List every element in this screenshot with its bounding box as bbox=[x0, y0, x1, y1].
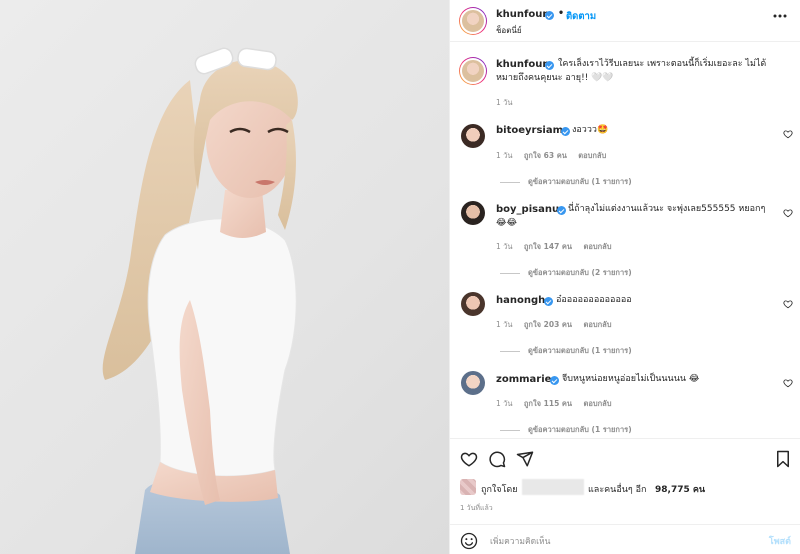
smiley-icon[interactable] bbox=[460, 532, 478, 550]
verified-badge-icon bbox=[561, 127, 570, 136]
comment-meta: 1 วัน ถูกใจ 115 คน ตอบกลับ bbox=[496, 398, 621, 410]
comment-like-icon[interactable] bbox=[783, 378, 793, 388]
comment-like-icon[interactable] bbox=[783, 208, 793, 218]
comment-like-icon[interactable] bbox=[783, 129, 793, 139]
commenter-avatar[interactable] bbox=[461, 124, 485, 148]
comment-meta: 1 วัน ถูกใจ 203 คน ตอบกลับ bbox=[496, 319, 621, 331]
comment-icon[interactable] bbox=[488, 450, 506, 468]
view-replies-button[interactable]: ดูข้อความตอบกลับ (1 รายการ) bbox=[500, 345, 632, 357]
liked-by-prefix: ถูกใจโดย bbox=[481, 485, 518, 495]
comment-like-icon[interactable] bbox=[783, 299, 793, 309]
comment-username[interactable]: bitoeyrsiam bbox=[496, 125, 563, 136]
post-actions: ถูกใจโดย และคนอื่นๆ อีก 98,775 คน 1 วันท… bbox=[450, 438, 800, 554]
comment-text: นี่ถ้าลุงไม่แต่งงานแล้วนะ จะพุ่งเลย55555… bbox=[496, 204, 766, 228]
comment-time: 1 วัน bbox=[496, 320, 513, 329]
post-photo[interactable] bbox=[0, 0, 449, 554]
view-replies-button[interactable]: ดูข้อความตอบกลับ (1 รายการ) bbox=[500, 176, 632, 188]
comment-likes[interactable]: ถูกใจ 147 คน bbox=[524, 242, 572, 251]
commenter-avatar[interactable] bbox=[461, 371, 485, 395]
commenter-avatar[interactable] bbox=[461, 292, 485, 316]
comment-text: จีบหนูหน่อยหนูอ่อยไม่เป็นนนนน 😂 bbox=[562, 374, 700, 384]
like-count[interactable]: 98,775 คน bbox=[655, 482, 705, 496]
comment-likes[interactable]: ถูกใจ 63 คน bbox=[524, 151, 567, 160]
post-image bbox=[102, 47, 298, 554]
post-detail-panel: khunfour • ติดตาม ช็อตนี่ย์ khunfour ใคร… bbox=[449, 0, 800, 554]
bookmark-icon[interactable] bbox=[775, 450, 791, 468]
reply-button[interactable]: ตอบกลับ bbox=[583, 320, 611, 329]
comment-time: 1 วัน bbox=[496, 151, 513, 160]
liker-avatar[interactable] bbox=[460, 479, 476, 495]
verified-badge-icon bbox=[545, 11, 554, 20]
liked-by-others: และคนอื่นๆ อีก bbox=[588, 485, 647, 495]
view-replies-button[interactable]: ดูข้อความตอบกลับ (1 รายการ) bbox=[500, 424, 632, 436]
comment-text: อ๋อออออออออออออ bbox=[556, 295, 632, 305]
comment-time: 1 วัน bbox=[496, 399, 513, 408]
comment-input[interactable]: เพิ่มความคิดเห็น bbox=[490, 534, 550, 548]
author-avatar[interactable] bbox=[459, 7, 487, 35]
send-icon[interactable] bbox=[516, 450, 534, 468]
view-replies-button[interactable]: ดูข้อความตอบกลับ (2 รายการ) bbox=[500, 267, 632, 279]
dot-separator: • bbox=[558, 8, 565, 19]
commenter-avatar[interactable] bbox=[461, 201, 485, 225]
post-header: khunfour • ติดตาม ช็อตนี่ย์ bbox=[450, 0, 800, 42]
comments-list[interactable]: khunfour ใครเล็งเราไว้รีบเลยนะ เพราะตอนน… bbox=[450, 42, 800, 438]
post-timestamp: 1 วันที่แล้ว bbox=[460, 504, 493, 512]
caption-text: ใครเล็งเราไว้รีบเลยนะ เพราะตอนนี้ก็เริ่ม… bbox=[496, 59, 767, 83]
comment-username[interactable]: zommarie bbox=[496, 374, 551, 385]
caption-time: 1 วัน bbox=[496, 98, 513, 107]
liked-by-user-redacted[interactable] bbox=[522, 479, 584, 495]
comment-text: งอววว🤩 bbox=[572, 125, 609, 135]
more-options-icon[interactable] bbox=[773, 9, 787, 27]
verified-badge-icon bbox=[544, 297, 553, 306]
comment-likes[interactable]: ถูกใจ 115 คน bbox=[524, 399, 572, 408]
comment-likes[interactable]: ถูกใจ 203 คน bbox=[524, 320, 572, 329]
reply-button[interactable]: ตอบกลับ bbox=[578, 151, 606, 160]
post-comment-button[interactable]: โพสต์ bbox=[769, 534, 791, 548]
comment-username[interactable]: hanongh bbox=[496, 295, 545, 306]
caption-avatar[interactable] bbox=[459, 57, 487, 85]
heart-icon[interactable] bbox=[460, 450, 478, 468]
author-username[interactable]: khunfour bbox=[496, 9, 547, 20]
comment-time: 1 วัน bbox=[496, 242, 513, 251]
location-subtitle[interactable]: ช็อตนี่ย์ bbox=[496, 24, 522, 37]
follow-button[interactable]: ติดตาม bbox=[566, 9, 596, 24]
reply-button[interactable]: ตอบกลับ bbox=[583, 399, 611, 408]
comment-meta: 1 วัน ถูกใจ 63 คน ตอบกลับ bbox=[496, 150, 615, 162]
verified-badge-icon bbox=[550, 376, 559, 385]
reply-button[interactable]: ตอบกลับ bbox=[583, 242, 611, 251]
comment-meta: 1 วัน ถูกใจ 147 คน ตอบกลับ bbox=[496, 241, 621, 253]
add-comment-bar: เพิ่มความคิดเห็น โพสต์ bbox=[450, 524, 800, 554]
